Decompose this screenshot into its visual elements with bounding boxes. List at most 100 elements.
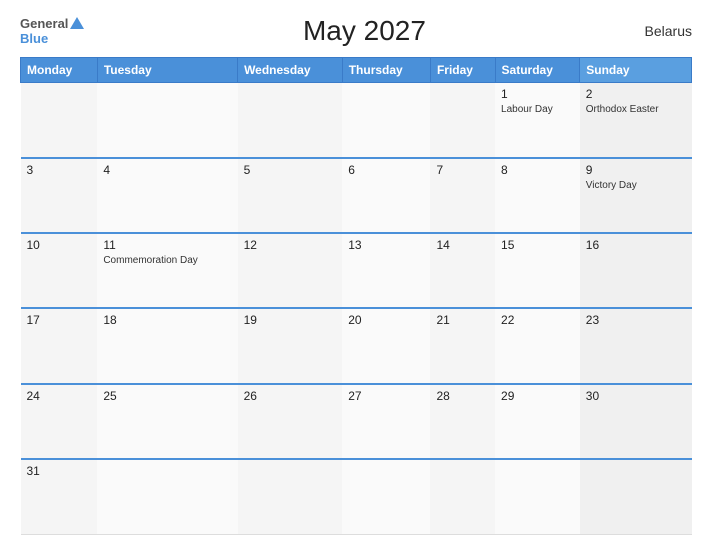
day-number: 15 (501, 238, 574, 252)
header-thursday: Thursday (342, 58, 430, 83)
day-cell: 16 (580, 233, 692, 308)
day-number: 3 (27, 163, 92, 177)
logo: General Blue (20, 16, 84, 46)
day-cell (342, 459, 430, 534)
day-cell: 17 (21, 308, 98, 383)
header-saturday: Saturday (495, 58, 580, 83)
logo-general-text: General (20, 16, 68, 31)
day-cell: 4 (97, 158, 237, 233)
day-cell: 25 (97, 384, 237, 459)
day-number: 4 (103, 163, 231, 177)
day-number: 23 (586, 313, 686, 327)
day-cell: 5 (238, 158, 343, 233)
weekday-header-row: Monday Tuesday Wednesday Thursday Friday… (21, 58, 692, 83)
day-cell: 18 (97, 308, 237, 383)
day-cell (97, 83, 237, 158)
day-cell: 26 (238, 384, 343, 459)
holiday-label: Orthodox Easter (586, 103, 686, 116)
day-number: 5 (244, 163, 337, 177)
day-number: 13 (348, 238, 424, 252)
day-cell (342, 83, 430, 158)
day-cell: 6 (342, 158, 430, 233)
day-number: 24 (27, 389, 92, 403)
day-number: 26 (244, 389, 337, 403)
day-cell: 30 (580, 384, 692, 459)
header-monday: Monday (21, 58, 98, 83)
day-number: 29 (501, 389, 574, 403)
day-cell: 28 (430, 384, 495, 459)
day-number: 11 (103, 238, 231, 252)
day-cell: 8 (495, 158, 580, 233)
month-title: May 2027 (303, 15, 426, 47)
calendar-week-row: 1 Labour Day 2 Orthodox Easter (21, 83, 692, 158)
day-number: 28 (436, 389, 489, 403)
day-number: 10 (27, 238, 92, 252)
day-cell: 31 (21, 459, 98, 534)
day-cell: 7 (430, 158, 495, 233)
day-number: 25 (103, 389, 231, 403)
day-cell: 29 (495, 384, 580, 459)
day-number: 27 (348, 389, 424, 403)
day-number: 9 (586, 163, 686, 177)
header-tuesday: Tuesday (97, 58, 237, 83)
header-wednesday: Wednesday (238, 58, 343, 83)
day-number: 14 (436, 238, 489, 252)
day-number: 18 (103, 313, 231, 327)
day-number: 21 (436, 313, 489, 327)
day-cell: 13 (342, 233, 430, 308)
day-cell: 10 (21, 233, 98, 308)
day-number: 1 (501, 87, 574, 101)
day-cell: 24 (21, 384, 98, 459)
day-cell: 19 (238, 308, 343, 383)
calendar-table: Monday Tuesday Wednesday Thursday Friday… (20, 57, 692, 535)
calendar-week-row: 10 11 Commemoration Day 12 13 14 15 16 (21, 233, 692, 308)
calendar-week-row: 24 25 26 27 28 29 30 (21, 384, 692, 459)
day-cell (430, 459, 495, 534)
header-sunday: Sunday (580, 58, 692, 83)
day-cell: 23 (580, 308, 692, 383)
holiday-label: Labour Day (501, 103, 574, 116)
day-cell (580, 459, 692, 534)
day-cell: 2 Orthodox Easter (580, 83, 692, 158)
day-number: 30 (586, 389, 686, 403)
day-number: 8 (501, 163, 574, 177)
page-header: General Blue May 2027 Belarus (20, 15, 692, 47)
day-cell: 27 (342, 384, 430, 459)
day-cell (495, 459, 580, 534)
header-friday: Friday (430, 58, 495, 83)
day-cell: 3 (21, 158, 98, 233)
day-number: 16 (586, 238, 686, 252)
day-cell: 15 (495, 233, 580, 308)
holiday-label: Victory Day (586, 179, 686, 192)
day-number: 22 (501, 313, 574, 327)
day-number: 17 (27, 313, 92, 327)
day-number: 7 (436, 163, 489, 177)
day-number: 12 (244, 238, 337, 252)
day-cell: 1 Labour Day (495, 83, 580, 158)
logo-triangle-icon (70, 17, 84, 29)
day-cell (430, 83, 495, 158)
day-cell: 12 (238, 233, 343, 308)
day-number: 31 (27, 464, 92, 478)
day-cell (97, 459, 237, 534)
calendar-week-row: 3456789 Victory Day (21, 158, 692, 233)
day-number: 20 (348, 313, 424, 327)
day-cell: 11 Commemoration Day (97, 233, 237, 308)
day-cell: 22 (495, 308, 580, 383)
day-cell: 20 (342, 308, 430, 383)
day-cell (21, 83, 98, 158)
day-cell: 21 (430, 308, 495, 383)
holiday-label: Commemoration Day (103, 254, 231, 267)
day-number: 2 (586, 87, 686, 101)
logo-general: General (20, 16, 84, 31)
logo-blue-text: Blue (20, 31, 48, 46)
day-number: 6 (348, 163, 424, 177)
day-cell: 9 Victory Day (580, 158, 692, 233)
day-cell (238, 459, 343, 534)
calendar-week-row: 17 18 19 20 21 22 23 (21, 308, 692, 383)
calendar-page: General Blue May 2027 Belarus Monday Tue… (0, 0, 712, 550)
country-label: Belarus (645, 23, 692, 39)
calendar-week-row: 31 (21, 459, 692, 534)
day-cell (238, 83, 343, 158)
day-cell: 14 (430, 233, 495, 308)
